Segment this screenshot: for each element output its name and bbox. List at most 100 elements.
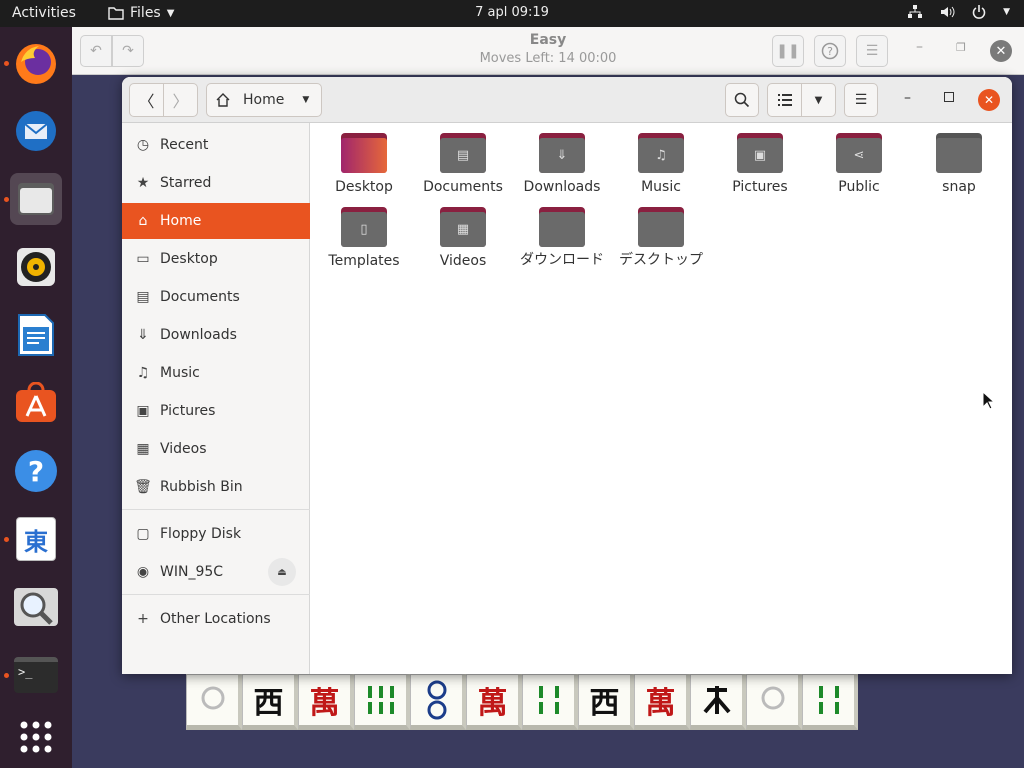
hint-button[interactable]: ?	[814, 35, 846, 67]
terminal-icon: >_	[14, 657, 58, 693]
sidebar-item-floppy-disk[interactable]: ▢ Floppy Disk	[122, 516, 310, 552]
maximize-button[interactable]	[944, 92, 954, 102]
thunderbird-icon	[16, 111, 56, 151]
mahjong-tile[interactable]: 西	[578, 674, 634, 730]
sidebar-item-win95c[interactable]: ◉ WIN_95C ⏏	[122, 554, 310, 590]
svg-text:?: ?	[28, 455, 44, 488]
mouse-cursor-icon	[982, 391, 996, 410]
folder-snap[interactable]: snap	[914, 133, 1004, 195]
terminal-launcher[interactable]: >_	[10, 649, 62, 701]
mahjong-tile[interactable]: 萬	[634, 674, 690, 730]
top-bar: Activities Files ▼ 7 apl 09:19 ▼	[0, 0, 1024, 27]
sidebar-item-label: Starred	[160, 175, 212, 191]
files-launcher[interactable]	[10, 173, 62, 225]
network-icon	[908, 5, 923, 18]
sidebar-item-label: Downloads	[160, 327, 237, 343]
folder-label: Videos	[439, 253, 487, 269]
software-launcher[interactable]	[10, 377, 62, 429]
mahjong-tile[interactable]	[802, 674, 858, 730]
mahjongg-launcher[interactable]: 東	[10, 513, 62, 565]
folder-downloads[interactable]: ⇓ Downloads	[517, 133, 607, 195]
folder-videos[interactable]: ▦ Videos	[418, 207, 508, 269]
folder-public[interactable]: ⋖ Public	[814, 133, 904, 195]
thunderbird-launcher[interactable]	[10, 105, 62, 157]
system-tray[interactable]: ▼	[907, 4, 1010, 20]
mahjong-tile[interactable]	[186, 674, 242, 730]
close-button[interactable]: ✕	[990, 40, 1012, 62]
music-folder-icon: ♫	[638, 133, 684, 173]
sidebar-item-label: Home	[160, 213, 202, 229]
sidebar-item-downloads[interactable]: ⇓ Downloads	[122, 317, 310, 353]
sidebar-item-rubbish-bin[interactable]: 🗑 Rubbish Bin	[122, 469, 310, 505]
eject-icon: ⏏	[277, 566, 287, 578]
tile-glyph: 萬	[645, 686, 676, 721]
view-options-button[interactable]: ▼	[801, 83, 836, 117]
restore-button[interactable]: ❐	[956, 41, 966, 54]
folder-pictures[interactable]: ▣ Pictures	[715, 133, 805, 195]
folder-label: Downloads	[523, 179, 601, 195]
clock[interactable]: 7 apl 09:19	[0, 5, 1024, 20]
mahjong-tile[interactable]	[410, 674, 466, 730]
tile-row: 西 萬 萬 西 萬	[186, 674, 858, 732]
close-button[interactable]: ✕	[978, 89, 1000, 111]
svg-text:?: ?	[827, 45, 833, 58]
bamboo-tile-icon	[367, 686, 394, 714]
sidebar-item-other-locations[interactable]: + Other Locations	[122, 601, 310, 637]
list-view-button[interactable]	[767, 83, 802, 117]
hamburger-icon: ☰	[854, 92, 868, 108]
minimize-button[interactable]: –	[916, 39, 923, 55]
rhythmbox-launcher[interactable]	[10, 241, 62, 293]
mahjong-tile[interactable]	[746, 674, 802, 730]
running-indicator	[4, 61, 9, 66]
pause-button[interactable]: ❚❚	[772, 35, 804, 67]
mahjong-tile[interactable]	[354, 674, 410, 730]
tile-glyph: 萬	[309, 686, 340, 721]
home-icon	[216, 93, 230, 107]
help-launcher[interactable]: ?	[10, 445, 62, 497]
folder-music[interactable]: ♫ Music	[616, 133, 706, 195]
sidebar-item-documents[interactable]: ▤ Documents	[122, 279, 310, 315]
image-viewer-launcher[interactable]	[10, 581, 62, 633]
sidebar-item-home[interactable]: ⌂ Home	[122, 203, 310, 239]
show-applications-button[interactable]	[10, 711, 62, 763]
back-button[interactable]: 〈	[129, 83, 164, 117]
sidebar-item-recent[interactable]: ◷ Recent	[122, 127, 310, 163]
eject-button[interactable]: ⏏	[268, 558, 296, 586]
folder-documents[interactable]: ▤ Documents	[418, 133, 508, 195]
mahjongg-icon: 東	[16, 517, 56, 561]
trash-icon: 🗑	[134, 479, 152, 495]
tile-glyph: 西	[589, 686, 620, 721]
home-icon: ⌂	[138, 213, 148, 229]
mahjong-tile[interactable]: 萬	[298, 674, 354, 730]
writer-launcher[interactable]	[10, 309, 62, 361]
mahjong-tile[interactable]: 萬	[466, 674, 522, 730]
mahjong-tile[interactable]	[522, 674, 578, 730]
forward-button[interactable]: 〉	[163, 83, 198, 117]
sidebar-item-pictures[interactable]: ▣ Pictures	[122, 393, 310, 429]
menu-button[interactable]: ☰	[844, 83, 878, 117]
minimize-button[interactable]: –	[904, 90, 911, 106]
sidebar-item-music[interactable]: ♫ Music	[122, 355, 310, 391]
files-icon	[18, 183, 54, 215]
location-bar[interactable]: Home ▼	[206, 83, 322, 117]
firefox-launcher[interactable]	[10, 37, 62, 89]
sidebar-item-desktop[interactable]: ▭ Desktop	[122, 241, 310, 277]
menu-button[interactable]: ☰	[856, 35, 888, 67]
sidebar-item-label: Floppy Disk	[160, 526, 242, 542]
folder-download-jp[interactable]: ダウンロード	[517, 207, 607, 271]
mahjong-tile[interactable]	[690, 674, 746, 730]
pause-icon: ❚❚	[776, 43, 800, 59]
files-header-bar: 〈 〉 Home ▼ ▼ ☰ – ✕	[122, 77, 1012, 123]
folder-label: Public	[838, 179, 880, 195]
sidebar-item-videos[interactable]: ▦ Videos	[122, 431, 310, 467]
sidebar-item-label: Rubbish Bin	[160, 479, 243, 495]
mahjong-tile[interactable]: 西	[242, 674, 298, 730]
search-button[interactable]	[725, 83, 759, 117]
folder-templates[interactable]: ▯ Templates	[319, 207, 409, 269]
circle-tile-icon	[427, 680, 446, 720]
sidebar-item-starred[interactable]: ★ Starred	[122, 165, 310, 201]
folder-desktop[interactable]: Desktop	[319, 133, 409, 195]
sidebar-item-label: Other Locations	[160, 611, 271, 627]
folder-desktop-jp[interactable]: デスクトップ	[616, 207, 706, 271]
desktop-folder-icon	[341, 133, 387, 173]
